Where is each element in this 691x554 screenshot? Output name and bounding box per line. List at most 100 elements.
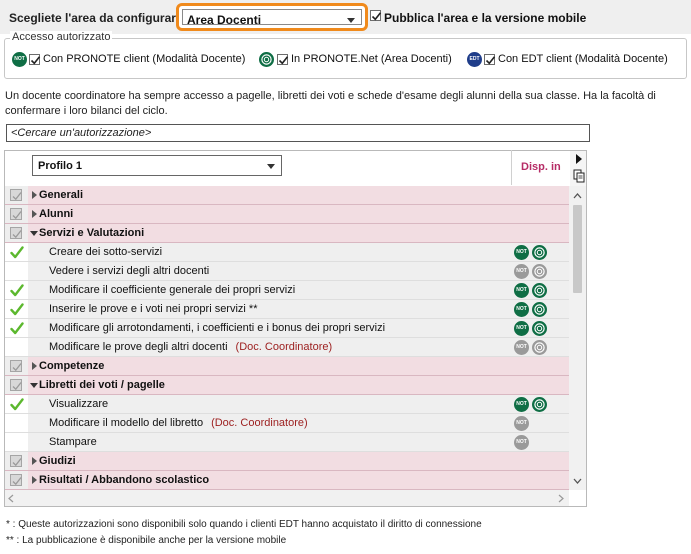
collapsed-triangle-icon[interactable]: [32, 210, 37, 218]
publish-label: Pubblica l'area e la versione mobile: [384, 11, 587, 25]
pronote-net-label: In PRONOTE.Net (Area Docenti): [291, 53, 452, 65]
permission-row[interactable]: Creare dei sotto-servizi NOT: [5, 243, 569, 262]
permission-row[interactable]: Modificare il coefficiente generale dei …: [5, 281, 569, 300]
permission-row[interactable]: Visualizzare NOT: [5, 395, 569, 414]
group-row[interactable]: Alunni: [5, 205, 569, 224]
permission-row[interactable]: Vedere i servizi degli altri docenti NOT: [5, 262, 569, 281]
pronote-client-checkbox[interactable]: [29, 54, 41, 65]
row-label-text: Libretti dei voti / pagelle: [39, 379, 165, 391]
profile-select[interactable]: Profilo 1: [32, 155, 282, 176]
row-label-text: Inserire le prove e i voti nei propri se…: [49, 303, 258, 315]
group-row[interactable]: Libretti dei voti / pagelle: [5, 376, 569, 395]
search-input[interactable]: <Cercare un'autorizzazione>: [6, 124, 590, 142]
group-checkbox[interactable]: [10, 379, 22, 391]
scroll-down-icon[interactable]: [573, 478, 582, 484]
collapsed-triangle-icon[interactable]: [32, 362, 37, 370]
permission-label: Modificare gli arrotondamenti, i coeffic…: [49, 322, 385, 334]
pronote-net-icon: [532, 321, 547, 336]
expanded-triangle-icon[interactable]: [30, 383, 38, 388]
header-separator: [511, 150, 512, 185]
row-label-text: Servizi e Valutazioni: [39, 227, 145, 239]
group-checkbox[interactable]: [10, 360, 22, 372]
row-label-text: Vedere i servizi degli altri docenti: [49, 265, 210, 277]
permission-label: Stampare: [49, 436, 97, 448]
group-label: Risultati / Abbandono scolastico: [39, 474, 209, 486]
group-row[interactable]: Risultati / Abbandono scolastico: [5, 471, 569, 490]
role-note: (Doc. Coordinatore): [235, 341, 333, 353]
group-checkbox[interactable]: [10, 208, 22, 220]
scroll-right-icon[interactable]: [558, 494, 564, 503]
group-row[interactable]: Servizi e Valutazioni: [5, 224, 569, 243]
green-check-icon[interactable]: [10, 322, 24, 335]
pronote-client-icon: NOT: [12, 52, 27, 67]
group-row[interactable]: Giudizi: [5, 452, 569, 471]
row-label-text: Giudizi: [39, 455, 76, 467]
copy-icon[interactable]: [573, 169, 585, 183]
pronote-net-icon: [532, 264, 547, 279]
green-check-icon[interactable]: [10, 303, 24, 316]
group-row[interactable]: Competenze: [5, 357, 569, 376]
edt-client-checkbox[interactable]: [484, 54, 496, 65]
row-label-text: Visualizzare: [49, 398, 109, 410]
row-label-text: Alunni: [39, 208, 74, 220]
row-lead-cell: [5, 414, 28, 432]
chevron-down-icon: [347, 18, 355, 23]
green-check-icon[interactable]: [10, 284, 24, 297]
pronote-client-icon: NOT: [514, 397, 529, 412]
permission-label: Creare dei sotto-servizi: [49, 246, 162, 258]
chevron-down-icon: [267, 164, 275, 169]
permission-row[interactable]: Modificare gli arrotondamenti, i coeffic…: [5, 319, 569, 338]
green-check-icon[interactable]: [10, 246, 24, 259]
row-label-text: Stampare: [49, 436, 97, 448]
group-label: Alunni: [39, 208, 73, 220]
row-label-text: Modificare le prove degli altri docenti: [49, 341, 228, 353]
row-label-text: Modificare il modello del libretto: [49, 417, 204, 429]
row-lead-cell: [5, 433, 28, 451]
play-icon[interactable]: [574, 153, 584, 165]
permission-label: Inserire le prove e i voti nei propri se…: [49, 303, 257, 315]
group-row[interactable]: Generali: [5, 186, 569, 205]
collapsed-triangle-icon[interactable]: [32, 191, 37, 199]
collapsed-triangle-icon[interactable]: [32, 457, 37, 465]
pronote-net-icon: [532, 397, 547, 412]
pronote-client-icon: NOT: [514, 245, 529, 260]
pronote-net-checkbox[interactable]: [277, 54, 289, 65]
group-checkbox[interactable]: [10, 455, 22, 467]
group-checkbox[interactable]: [10, 474, 22, 486]
pronote-net-icon: [532, 245, 547, 260]
permission-label: Modificare le prove degli altri docenti (…: [49, 341, 332, 353]
row-lead-cell: [5, 338, 28, 356]
row-label-text: Modificare il coefficiente generale dei …: [49, 284, 296, 296]
pronote-client-label: Con PRONOTE client (Modalità Docente): [43, 53, 246, 65]
permission-row[interactable]: Modificare le prove degli altri docenti (…: [5, 338, 569, 357]
group-checkbox[interactable]: [10, 189, 22, 201]
pronote-net-icon: [532, 340, 547, 355]
pronote-client-icon: NOT: [514, 340, 529, 355]
group-checkbox[interactable]: [10, 227, 22, 239]
area-select[interactable]: Area Docenti: [182, 9, 362, 27]
collapsed-triangle-icon[interactable]: [32, 476, 37, 484]
row-label-text: Competenze: [39, 360, 105, 372]
permission-row[interactable]: Stampare NOT: [5, 433, 569, 452]
permission-row[interactable]: Inserire le prove e i voti nei propri se…: [5, 300, 569, 319]
scroll-up-icon[interactable]: [573, 193, 582, 199]
group-label: Servizi e Valutazioni: [39, 227, 144, 239]
horizontal-scrollbar[interactable]: [5, 490, 569, 506]
permission-row[interactable]: Modificare il modello del libretto (Doc. …: [5, 414, 569, 433]
pronote-net-icon: [532, 283, 547, 298]
publish-checkbox[interactable]: [370, 10, 382, 21]
permission-label: Modificare il coefficiente generale dei …: [49, 284, 295, 296]
checkmark-icon: [371, 12, 382, 21]
footnote-mobile: ** : La pubblicazione è disponibile anch…: [6, 535, 287, 546]
scroll-left-icon[interactable]: [8, 494, 14, 503]
expanded-triangle-icon[interactable]: [30, 231, 38, 236]
role-note: (Doc. Coordinatore): [211, 417, 308, 429]
pronote-client-icon: NOT: [514, 302, 529, 317]
row-label-text: Creare dei sotto-servizi: [49, 246, 163, 258]
green-check-icon[interactable]: [10, 398, 24, 411]
group-label: Generali: [39, 189, 83, 201]
group-label: Giudizi: [39, 455, 76, 467]
disp-in-header: Disp. in: [521, 161, 561, 173]
vertical-scrollbar-thumb[interactable]: [573, 205, 582, 293]
group-label: Libretti dei voti / pagelle: [39, 379, 165, 391]
